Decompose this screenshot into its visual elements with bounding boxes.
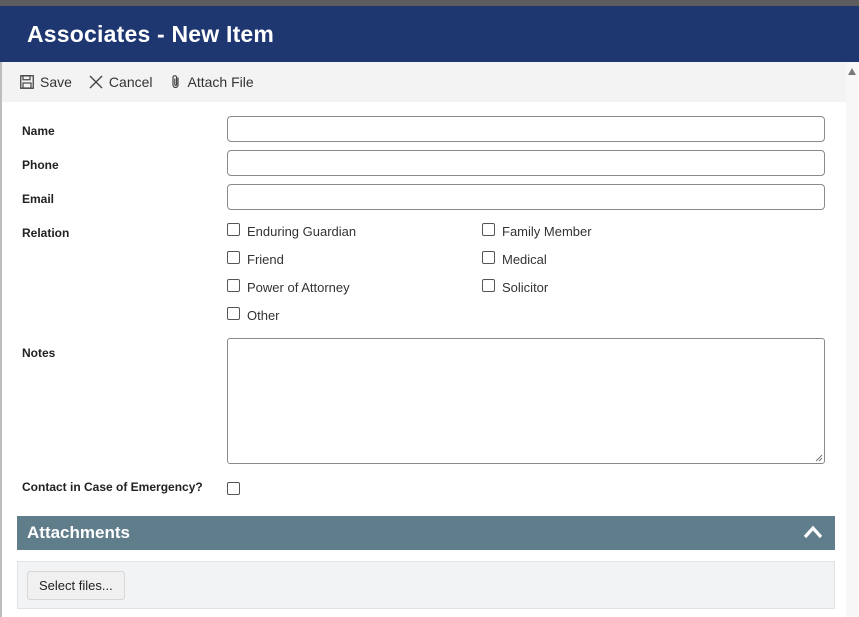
phone-input[interactable] [227, 150, 825, 176]
relation-option-label: Friend [247, 252, 284, 267]
close-icon [89, 75, 103, 89]
command-toolbar: Save Cancel Attach File [2, 62, 846, 102]
relation-option-label: Other [247, 308, 280, 323]
relation-checkbox-friend[interactable] [227, 251, 240, 264]
title-bar: Associates - New Item [0, 6, 859, 62]
page-title: Associates - New Item [27, 20, 275, 47]
left-border [0, 62, 2, 617]
select-files-button[interactable]: Select files... [27, 571, 125, 600]
attachments-header: Attachments [17, 516, 835, 550]
relation-checkbox-medical[interactable] [482, 251, 495, 264]
phone-label: Phone [22, 158, 59, 172]
save-label: Save [40, 74, 72, 90]
attachments-panel: Select files... [17, 561, 835, 609]
chevron-up-icon[interactable] [803, 525, 823, 539]
name-label: Name [22, 124, 55, 138]
emergency-contact-label: Contact in Case of Emergency? [22, 480, 203, 494]
cancel-label: Cancel [108, 74, 153, 90]
relation-option-label: Power of Attorney [247, 280, 350, 295]
vertical-scrollbar[interactable] [846, 62, 859, 617]
save-button[interactable]: Save [20, 74, 72, 90]
attach-file-label: Attach File [187, 74, 254, 90]
scroll-up-arrow-icon[interactable] [848, 68, 856, 75]
relation-option-label: Enduring Guardian [247, 224, 357, 239]
relation-option-label: Family Member [502, 224, 592, 239]
resize-grip-icon[interactable] [814, 453, 823, 462]
paperclip-icon [171, 75, 179, 89]
email-input[interactable] [227, 184, 825, 210]
attachments-title: Attachments [27, 523, 130, 542]
save-icon [20, 75, 34, 89]
relation-checkbox-other[interactable] [227, 307, 240, 320]
relation-option-label: Solicitor [502, 280, 549, 295]
emergency-contact-checkbox[interactable] [227, 482, 240, 495]
relation-option-label: Medical [502, 252, 547, 267]
name-input[interactable] [227, 116, 825, 142]
notes-label: Notes [22, 346, 56, 360]
attach-file-button[interactable]: Attach File [170, 74, 254, 90]
cancel-button[interactable]: Cancel [89, 74, 153, 90]
relation-checkbox-solicitor[interactable] [482, 279, 495, 292]
notes-textarea[interactable] [227, 338, 825, 464]
email-label: Email [22, 192, 55, 206]
relation-checkbox-power-of-attorney[interactable] [227, 279, 240, 292]
relation-checkbox-enduring-guardian[interactable] [227, 223, 240, 236]
relation-checkbox-family-member[interactable] [482, 223, 495, 236]
relation-label: Relation [22, 226, 70, 240]
